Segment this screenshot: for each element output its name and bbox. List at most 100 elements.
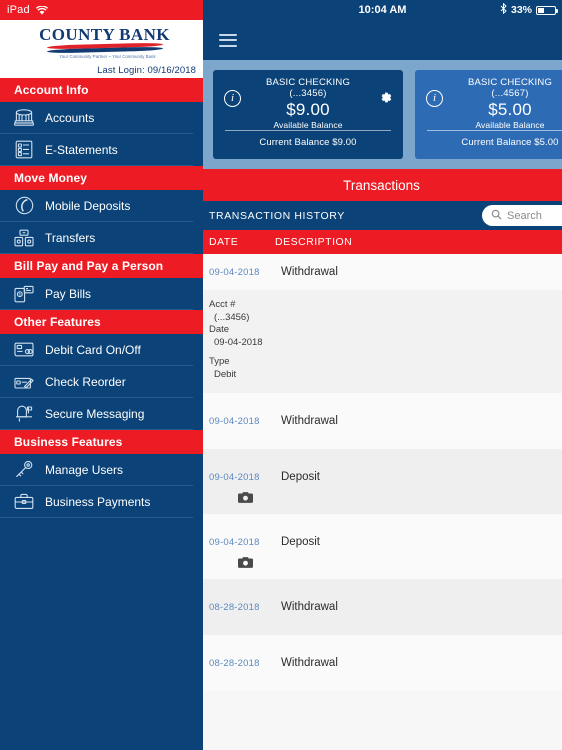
transaction-list: 09-04-2018 Withdrawal Acct # (...3456) D… [203,254,562,691]
logo-wrap: COUNTY BANK Your Community Partner ~ You… [0,26,203,59]
sidebar-item-label: Business Payments [45,494,151,509]
account-name: BASIC CHECKING [467,77,553,88]
page-title: Transactions [343,177,420,193]
available-balance-amount: $9.00 [286,100,330,119]
transaction-history-label: TRANSACTION HISTORY [209,209,345,222]
transaction-date: 09-04-2018 [209,537,260,548]
sidebar-item-accounts[interactable]: Accounts [0,102,193,134]
check-icon [11,371,37,393]
camera-icon[interactable] [209,548,281,569]
detail-type-label: Type [209,356,230,367]
battery-icon [536,5,558,15]
available-balance-label: Available Balance [475,120,545,130]
search-placeholder: Search [507,209,542,222]
account-card[interactable]: i BASIC CHECKING (...4567) $5.00 Availab… [415,70,562,159]
transaction-description: Withdrawal [281,601,338,613]
account-card[interactable]: i BASIC CHECKING (...3456) $9.00 Availab… [213,70,403,159]
detail-date-value: 09-04-2018 [214,336,263,348]
sidebar-section-other-features: Other Features [0,310,203,334]
sidebar-item-label: Check Reorder [45,374,126,389]
transaction-columns-header: DATE DESCRIPTION [203,230,562,254]
sidebar-section-move-money: Move Money [0,166,203,190]
last-login-text: Last Login: 09/16/2018 [97,65,196,76]
table-row[interactable]: 09-04-2018 Deposit [203,449,562,514]
column-header-description: DESCRIPTION [275,236,353,248]
transaction-date: 08-28-2018 [209,602,260,613]
battery-percent: 33% [510,4,532,16]
sidebar-item-transfers[interactable]: Transfers [0,222,193,254]
table-row[interactable]: 08-28-2018 Withdrawal [203,579,562,635]
sidebar-item-mobile-deposits[interactable]: Mobile Deposits [0,190,193,222]
transaction-detail-expanded: Acct # (...3456) Date 09-04-2018 Type De… [203,290,562,393]
table-row[interactable]: 09-04-2018 Deposit [203,514,562,579]
detail-date-label: Date [209,324,230,335]
app-screen: iPad COUNTY BANK Your Community Partner … [0,0,562,750]
sidebar-item-label: Manage Users [45,462,124,477]
sidebar-item-e-statements[interactable]: E-Statements [0,134,193,166]
camera-icon[interactable] [209,483,281,504]
transaction-description: Deposit [281,536,320,548]
transaction-description: Deposit [281,471,320,483]
key-icon [11,459,37,481]
sidebar-item-label: E-Statements [45,142,118,157]
briefcase-icon [11,491,37,513]
sidebar-item-label: Accounts [45,110,95,125]
bank-logo-block: COUNTY BANK Your Community Partner ~ You… [0,20,203,78]
transaction-description: Withdrawal [281,415,338,427]
status-time: 10:04 AM [358,4,407,16]
ios-status-bar: 10:04 AM 33% [203,0,562,20]
account-name: BASIC CHECKING [265,77,351,88]
column-header-date: DATE [209,236,239,248]
transaction-history-bar: TRANSACTION HISTORY Search [203,201,562,230]
table-row[interactable]: 08-28-2018 Withdrawal [203,635,562,691]
sidebar-item-check-reorder[interactable]: Check Reorder [0,366,193,398]
available-balance-label: Available Balance [273,120,343,130]
accounts-carousel[interactable]: i BASIC CHECKING (...3456) $9.00 Availab… [203,60,562,169]
bluetooth-icon [500,2,507,17]
transactions-title-bar: Transactions [203,169,562,201]
account-card-top: i BASIC CHECKING (...3456) $9.00 Availab… [213,70,403,130]
account-number: (...3456) [289,88,327,99]
current-balance-text: Current Balance $9.00 [259,137,357,148]
transfer-icon [11,227,37,249]
sidebar-item-label: Debit Card On/Off [45,342,141,357]
detail-acct-value: (...3456) [214,311,250,323]
wifi-icon [35,5,48,15]
device-label: iPad [7,4,30,16]
logo-swoosh-icon [46,42,163,54]
sidebar-item-debit-card-on-off[interactable]: Debit Card On/Off [0,334,193,366]
current-balance-text: Current Balance $5.00 [461,137,559,148]
logo-text: COUNTY BANK [39,25,170,44]
sidebar-item-manage-users[interactable]: Manage Users [0,454,193,486]
transaction-date: 09-04-2018 [209,472,260,483]
account-card-top: i BASIC CHECKING (...4567) $5.00 Availab… [415,70,562,130]
sidebar: iPad COUNTY BANK Your Community Partner … [0,0,203,750]
bank-building-icon [11,107,37,129]
sidebar-item-pay-bills[interactable]: $ Pay Bills [0,278,193,310]
transaction-description: Withdrawal [281,266,338,278]
gear-icon[interactable] [378,90,393,110]
transaction-description: Withdrawal [281,657,338,669]
sidebar-item-secure-messaging[interactable]: Secure Messaging [0,398,193,430]
detail-type-value: Debit [214,368,237,380]
table-row[interactable]: 09-04-2018 Withdrawal [203,393,562,449]
logo-tagline: Your Community Partner ~ Your Community … [59,54,156,59]
sidebar-item-business-payments[interactable]: Business Payments [0,486,193,518]
table-row[interactable]: 09-04-2018 Withdrawal [203,254,562,290]
app-navbar [203,20,562,60]
sidebar-item-label: Transfers [45,230,96,245]
sidebar-item-label: Mobile Deposits [45,198,131,213]
transaction-date: 09-04-2018 [209,267,260,278]
info-icon[interactable]: i [426,90,443,107]
sidebar-section-account-info: Account Info [0,78,203,102]
detail-acct-label: Acct # [209,299,236,310]
mailbox-icon [11,403,37,425]
sidebar-section-bill-pay: Bill Pay and Pay a Person [0,254,203,278]
info-icon[interactable]: i [224,90,241,107]
search-input[interactable]: Search [482,205,562,226]
search-icon [491,207,502,225]
document-list-icon [11,139,37,161]
transaction-date: 09-04-2018 [209,416,260,427]
hamburger-menu-icon[interactable] [219,33,237,47]
transaction-date: 08-28-2018 [209,658,260,669]
